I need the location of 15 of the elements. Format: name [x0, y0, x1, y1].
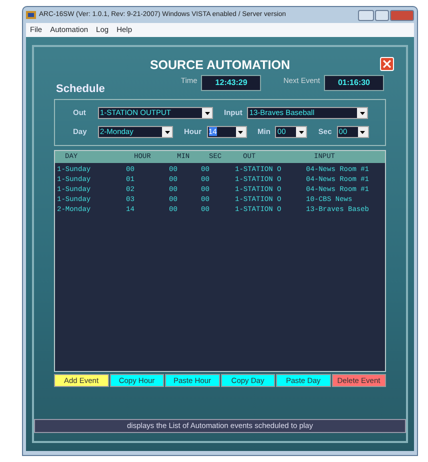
caret-icon — [360, 112, 365, 114]
next-event-display: 01:16:30 — [324, 75, 384, 91]
maximize-button[interactable] — [375, 10, 389, 20]
caret-icon — [360, 130, 366, 134]
caret-icon — [164, 130, 170, 134]
minimize-button[interactable] — [358, 10, 374, 20]
schedule-list[interactable] — [54, 150, 386, 372]
schedule-heading: Schedule — [56, 84, 105, 95]
close-button[interactable] — [390, 10, 414, 20]
caret-icon — [204, 112, 210, 114]
caret-icon — [298, 130, 304, 134]
caret-icon — [238, 130, 243, 134]
time-display: 12:43:29 — [201, 75, 262, 91]
panel-title: SOURCE AUTOMATION — [150, 58, 290, 72]
app-icon — [26, 10, 36, 20]
